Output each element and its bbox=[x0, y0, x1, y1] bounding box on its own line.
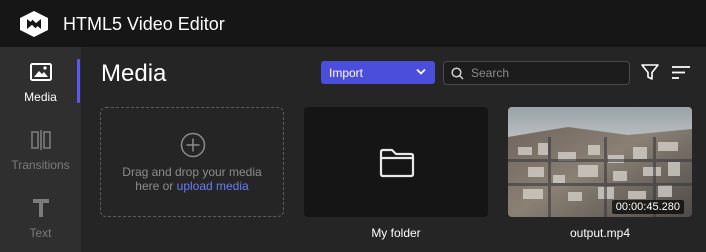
sidebar-item-label: Text bbox=[29, 226, 52, 240]
dropzone-line-2: here or upload media bbox=[101, 179, 283, 193]
folder-icon bbox=[379, 148, 415, 178]
sidebar-item-label: Media bbox=[24, 90, 57, 104]
import-button[interactable]: Import bbox=[321, 61, 435, 84]
folder-label: My folder bbox=[371, 226, 421, 240]
plus-circle-icon bbox=[180, 132, 206, 158]
dropzone-text: Drag and drop your media here or upload … bbox=[101, 165, 283, 193]
image-icon bbox=[0, 59, 81, 85]
search-icon bbox=[451, 67, 464, 80]
dropzone-line-1: Drag and drop your media bbox=[122, 165, 262, 179]
dropzone-prefix: here or bbox=[135, 179, 177, 193]
folder-tile[interactable] bbox=[304, 107, 488, 217]
sidebar-item-media[interactable]: Media bbox=[0, 47, 81, 113]
video-tile[interactable]: 00:00:45.280 bbox=[508, 107, 692, 217]
sidebar-item-label: Transitions bbox=[11, 158, 70, 172]
page-title: Media bbox=[101, 60, 167, 87]
filter-icon[interactable] bbox=[641, 64, 659, 81]
video-label: output.mp4 bbox=[569, 226, 631, 240]
upload-media-link[interactable]: upload media bbox=[177, 179, 249, 193]
logo-icon bbox=[20, 11, 48, 37]
upload-dropzone[interactable]: Drag and drop your media here or upload … bbox=[100, 107, 284, 217]
search-input[interactable] bbox=[471, 64, 621, 82]
video-duration: 00:00:45.280 bbox=[611, 200, 684, 214]
active-indicator bbox=[77, 59, 80, 103]
title-bar: HTML5 Video Editor bbox=[0, 0, 706, 47]
search-box[interactable] bbox=[443, 61, 630, 85]
import-button-label: Import bbox=[329, 66, 364, 80]
app-title: HTML5 Video Editor bbox=[63, 14, 225, 34]
sidebar: Media Transitions Text bbox=[0, 47, 81, 252]
transitions-icon bbox=[0, 127, 81, 153]
sidebar-item-text[interactable]: Text bbox=[0, 183, 81, 249]
chevron-down-icon bbox=[416, 68, 426, 75]
sort-icon[interactable] bbox=[671, 65, 691, 80]
sidebar-item-transitions[interactable]: Transitions bbox=[0, 115, 81, 181]
text-icon bbox=[0, 195, 81, 221]
